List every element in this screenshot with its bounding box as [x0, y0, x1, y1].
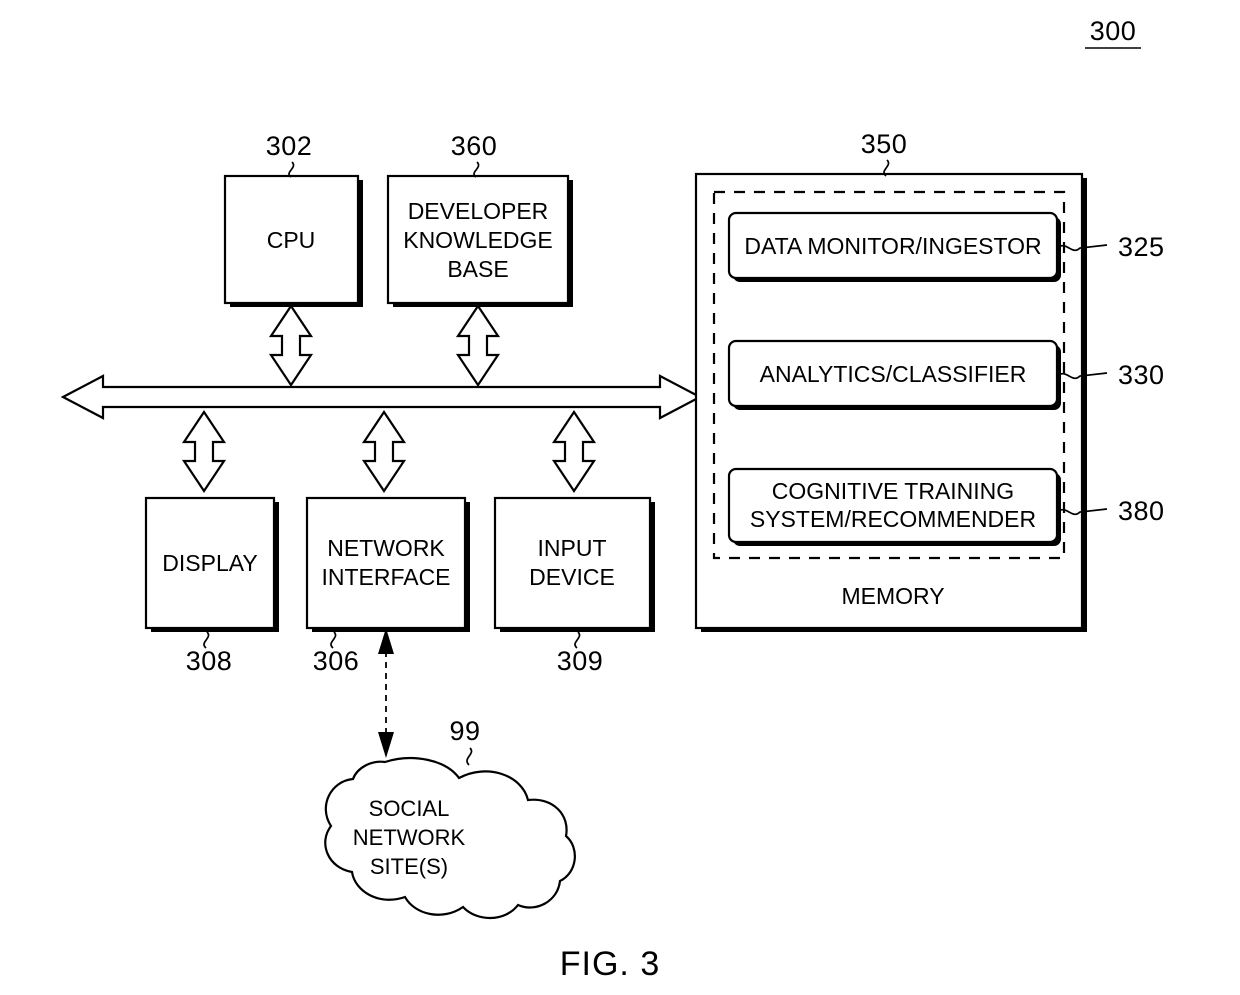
- cpu-block[interactable]: CPU: [223, 174, 363, 307]
- system-block-diagram: 300 CPU 302 DEVELOPER KNOWLEDGE BASE 360: [60, 16, 1165, 983]
- data-monitor-reference-label: 325: [1118, 232, 1165, 262]
- network-interface-block-outline: [305, 496, 467, 630]
- input-device-bus-double-arrow: [551, 410, 597, 493]
- social-network-reference-label: 99: [449, 716, 480, 746]
- social-network-line3: SITE(S): [370, 854, 448, 879]
- developer-knowledge-base-leader-squiggle: [473, 161, 480, 178]
- developer-knowledge-base-reference-label: 360: [451, 131, 498, 161]
- analytics-classifier-label: ANALYTICS/CLASSIFIER: [760, 361, 1027, 387]
- input-device-reference-leader: 309: [557, 631, 604, 676]
- memory-reference-leader: 350: [861, 129, 908, 177]
- cognitive-reference-label: 380: [1118, 496, 1165, 526]
- cognitive-training-recommender-block[interactable]: COGNITIVE TRAINING SYSTEM/RECOMMENDER: [727, 467, 1061, 546]
- data-monitor-ingestor-label: DATA MONITOR/INGESTOR: [744, 233, 1041, 259]
- input-device-block-outline: [493, 496, 652, 630]
- developer-kb-bus-connector-arrow: [455, 304, 501, 387]
- cpu-block-label: CPU: [267, 227, 316, 253]
- cpu-bus-double-arrow: [268, 304, 314, 387]
- network-interface-cloud-connector: [378, 628, 394, 758]
- cpu-leader-squiggle: [288, 161, 295, 178]
- cognitive-training-recommender-line2: SYSTEM/RECOMMENDER: [750, 506, 1036, 532]
- display-block[interactable]: DISPLAY: [144, 496, 279, 632]
- input-device-block[interactable]: INPUT DEVICE: [493, 496, 655, 632]
- display-reference-label: 308: [186, 646, 233, 676]
- display-reference-leader: 308: [186, 631, 233, 676]
- display-bus-double-arrow: [181, 410, 227, 493]
- memory-block-label: MEMORY: [841, 583, 944, 609]
- social-network-reference-leader: 99: [449, 716, 480, 766]
- developer-kb-bus-double-arrow: [455, 304, 501, 387]
- system-bus-arrow: [60, 374, 703, 420]
- network-interface-block[interactable]: NETWORK INTERFACE: [305, 496, 470, 632]
- network-interface-line1: NETWORK: [327, 535, 445, 561]
- social-network-line1: SOCIAL: [369, 796, 450, 821]
- network-interface-bus-connector-arrow: [361, 410, 407, 493]
- developer-knowledge-base-line2: KNOWLEDGE: [403, 227, 553, 253]
- network-cloud-arrowhead-down: [378, 732, 394, 758]
- analytics-reference-label: 330: [1118, 360, 1165, 390]
- cpu-bus-connector-arrow: [268, 304, 314, 387]
- data-monitor-ingestor-block[interactable]: DATA MONITOR/INGESTOR: [727, 211, 1061, 282]
- input-device-reference-label: 309: [557, 646, 604, 676]
- input-device-bus-connector-arrow: [551, 410, 597, 493]
- system-bus: [60, 374, 703, 420]
- social-network-cloud[interactable]: SOCIAL NETWORK SITE(S): [324, 756, 576, 920]
- system-reference-300: 300: [1085, 16, 1141, 49]
- input-device-line1: INPUT: [538, 535, 607, 561]
- network-interface-line2: INTERFACE: [321, 564, 450, 590]
- network-interface-bus-double-arrow: [361, 410, 407, 493]
- analytics-classifier-block[interactable]: ANALYTICS/CLASSIFIER: [727, 339, 1061, 410]
- memory-reference-label: 350: [861, 129, 908, 159]
- cognitive-training-recommender-line1: COGNITIVE TRAINING: [772, 478, 1014, 504]
- figure-caption: FIG. 3: [560, 945, 660, 983]
- display-block-label: DISPLAY: [162, 550, 257, 576]
- memory-block[interactable]: DATA MONITOR/INGESTOR ANALYTICS/CLASSIFI…: [694, 172, 1087, 632]
- developer-knowledge-base-line3: BASE: [447, 256, 508, 282]
- cpu-reference-leader: 302: [266, 131, 313, 178]
- developer-knowledge-base-line1: DEVELOPER: [408, 198, 549, 224]
- developer-knowledge-base-block[interactable]: DEVELOPER KNOWLEDGE BASE: [386, 174, 573, 307]
- display-bus-connector-arrow: [181, 410, 227, 493]
- social-network-line2: NETWORK: [353, 825, 466, 850]
- input-device-line2: DEVICE: [529, 564, 615, 590]
- social-network-leader-squiggle: [466, 747, 473, 766]
- developer-knowledge-base-reference-leader: 360: [451, 131, 498, 178]
- network-interface-reference-label: 306: [313, 646, 360, 676]
- system-reference-label: 300: [1090, 16, 1137, 46]
- cpu-reference-label: 302: [266, 131, 313, 161]
- patent-figure-300: 300 CPU 302 DEVELOPER KNOWLEDGE BASE 360: [0, 0, 1240, 995]
- network-interface-reference-leader: 306: [313, 631, 360, 676]
